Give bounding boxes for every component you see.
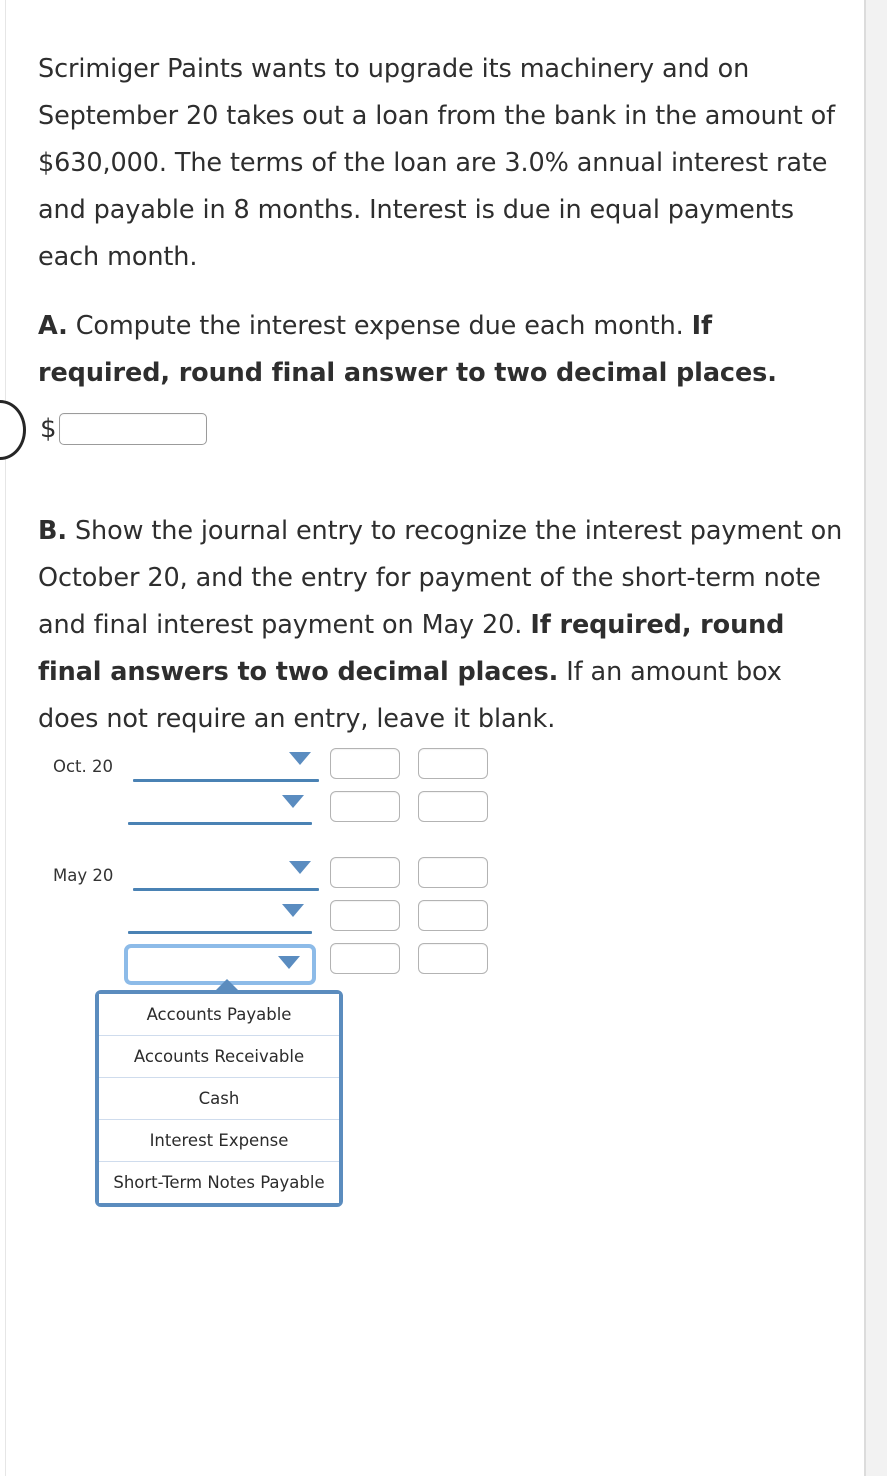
journal-group-spacer — [0, 834, 864, 857]
journal-row: Oct. 20 — [0, 748, 864, 791]
debit-input-may-1[interactable] — [330, 857, 400, 888]
part-a-answer-input[interactable] — [58, 413, 207, 445]
part-a-label: A. — [38, 311, 68, 341]
dropdown-option-short-term-notes-payable[interactable]: Short-Term Notes Payable — [99, 1162, 339, 1203]
debit-input-may-3[interactable] — [330, 943, 400, 974]
account-select-oct-2[interactable] — [128, 791, 312, 825]
account-select-may-2[interactable] — [128, 900, 312, 934]
journal-row — [0, 791, 864, 834]
journal-date-may: May 20 — [53, 866, 114, 885]
credit-input-may-2[interactable] — [418, 900, 488, 931]
question-intro-text: Scrimiger Paints wants to upgrade its ma… — [38, 54, 835, 272]
account-select-may-1[interactable] — [133, 857, 319, 891]
credit-input-may-1[interactable] — [418, 857, 488, 888]
chevron-down-icon — [289, 861, 311, 874]
part-a-text: Compute the interest expense due each mo… — [67, 311, 692, 341]
journal-row — [0, 900, 864, 943]
chevron-down-icon — [282, 795, 304, 808]
select-underline — [133, 888, 319, 891]
part-b-prompt: B. Show the journal entry to recognize t… — [38, 508, 850, 743]
debit-input-oct-1[interactable] — [330, 748, 400, 779]
dropdown-option-accounts-receivable[interactable]: Accounts Receivable — [99, 1036, 339, 1078]
cursor-circle-artifact — [0, 400, 26, 460]
select-underline — [133, 779, 319, 782]
journal-row: May 20 — [0, 857, 864, 900]
dropdown-option-cash[interactable]: Cash — [99, 1078, 339, 1120]
part-a-prompt: A. Compute the interest expense due each… — [38, 303, 850, 397]
chevron-down-icon — [278, 956, 300, 969]
journal-row — [0, 943, 864, 986]
select-underline — [128, 931, 312, 934]
debit-input-oct-2[interactable] — [330, 791, 400, 822]
dropdown-pointer-arrow — [215, 979, 239, 991]
credit-input-may-3[interactable] — [418, 943, 488, 974]
dollar-sign-label: $ — [40, 414, 57, 444]
credit-input-oct-1[interactable] — [418, 748, 488, 779]
select-underline — [128, 822, 312, 825]
dropdown-option-interest-expense[interactable]: Interest Expense — [99, 1120, 339, 1162]
part-a-answer-row: $ — [40, 413, 207, 445]
chevron-down-icon — [289, 752, 311, 765]
dropdown-option-accounts-payable[interactable]: Accounts Payable — [99, 994, 339, 1036]
journal-date-oct: Oct. 20 — [53, 757, 114, 776]
credit-input-oct-2[interactable] — [418, 791, 488, 822]
chevron-down-icon — [282, 904, 304, 917]
debit-input-may-2[interactable] — [330, 900, 400, 931]
vertical-scrollbar-track[interactable] — [866, 0, 887, 1476]
account-dropdown-menu[interactable]: Accounts Payable Accounts Receivable Cas… — [95, 979, 343, 1207]
journal-entry-table: Oct. 20 May 20 — [0, 748, 864, 986]
part-b-label: B. — [38, 516, 67, 546]
account-select-oct-1[interactable] — [133, 748, 319, 782]
question-page: Scrimiger Paints wants to upgrade its ma… — [0, 0, 864, 1476]
